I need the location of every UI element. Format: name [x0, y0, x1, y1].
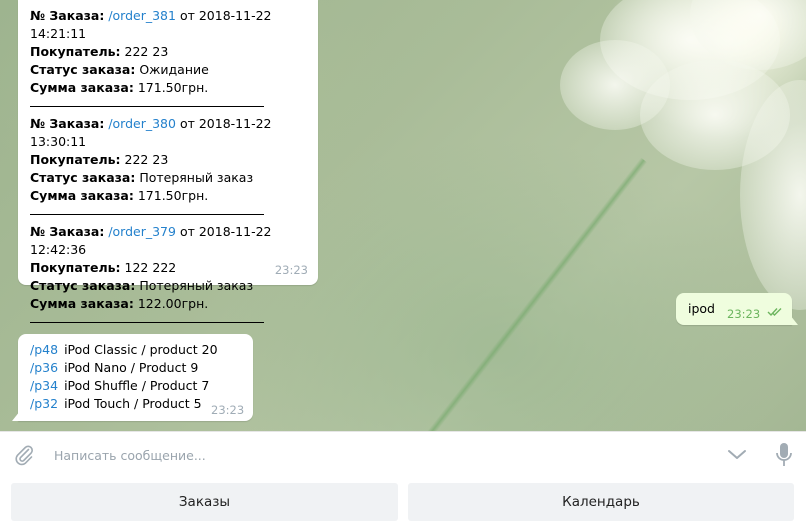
order-number-label: № Заказа: [30, 224, 105, 239]
product-name: iPod Touch / Product 5 [64, 396, 202, 411]
buyer-label: Покупатель: [30, 152, 121, 167]
buyer-value: 122 222 [124, 260, 177, 275]
orders-message-bubble: № Заказа: /order_381 от 2018-11-22 14:21… [18, 0, 318, 323]
paperclip-icon[interactable] [12, 443, 36, 467]
chevron-down-icon[interactable] [726, 446, 748, 464]
product-row: /p48 iPod Classic / product 20 [30, 341, 241, 359]
message-time: 23:23 [274, 263, 308, 277]
products-message-bubble: /p48 iPod Classic / product 20 /p36 iPod N… [12, 334, 253, 421]
order-separator [30, 106, 264, 107]
orders-button[interactable]: Заказы [11, 483, 398, 521]
sum-value: 122.00грн. [137, 296, 209, 311]
double-check-icon [767, 308, 782, 317]
sum-label: Сумма заказа: [30, 296, 134, 311]
buyer-label: Покупатель: [30, 260, 121, 275]
order-entry: № Заказа: /order_380 от 2018-11-22 13:30… [30, 115, 306, 205]
sum-label: Сумма заказа: [30, 80, 134, 95]
product-name: iPod Shuffle / Product 7 [64, 378, 210, 393]
product-link[interactable]: /p34 [30, 378, 58, 393]
bot-keyboard: Заказы Календарь [0, 477, 806, 528]
buyer-value: 222 23 [124, 44, 169, 59]
status-label: Статус заказа: [30, 278, 136, 293]
product-link[interactable]: /p32 [30, 396, 58, 411]
status-label: Статус заказа: [30, 62, 136, 77]
product-name: iPod Classic / product 20 [64, 342, 218, 357]
message-time: 23:23 [211, 403, 245, 417]
status-label: Статус заказа: [30, 170, 136, 185]
sum-value: 171.50грн. [137, 188, 209, 203]
message-input[interactable] [48, 440, 708, 470]
user-message-bubble: ipod 23:23 [676, 293, 798, 325]
order-separator [30, 214, 264, 215]
product-link[interactable]: /p48 [30, 342, 58, 357]
message-input-bar [0, 431, 806, 477]
order-number-label: № Заказа: [30, 8, 105, 23]
product-row: /p32 iPod Touch / Product 5 [30, 395, 241, 413]
user-message-text: ipod [688, 301, 715, 316]
product-name: iPod Nano / Product 9 [64, 360, 199, 375]
product-link[interactable]: /p36 [30, 360, 58, 375]
buyer-label: Покупатель: [30, 44, 121, 59]
order-entry: № Заказа: /order_379 от 2018-11-22 12:42… [30, 223, 306, 313]
order-entry: № Заказа: /order_381 от 2018-11-22 14:21… [30, 7, 306, 97]
status-value: Ожидание [139, 62, 209, 77]
status-value: Потеряный заказ [139, 278, 254, 293]
order-link[interactable]: /order_379 [108, 224, 176, 239]
sum-value: 171.50грн. [137, 80, 209, 95]
order-number-label: № Заказа: [30, 116, 105, 131]
status-value: Потеряный заказ [139, 170, 254, 185]
microphone-icon[interactable] [775, 442, 793, 468]
order-separator [30, 322, 264, 323]
buyer-value: 222 23 [124, 152, 169, 167]
product-row: /p34 iPod Shuffle / Product 7 [30, 377, 241, 395]
order-link[interactable]: /order_380 [108, 116, 176, 131]
sum-label: Сумма заказа: [30, 188, 134, 203]
calendar-button[interactable]: Календарь [408, 483, 794, 521]
message-time: 23:23 [727, 307, 761, 321]
product-row: /p36 iPod Nano / Product 9 [30, 359, 241, 377]
order-link[interactable]: /order_381 [108, 8, 176, 23]
